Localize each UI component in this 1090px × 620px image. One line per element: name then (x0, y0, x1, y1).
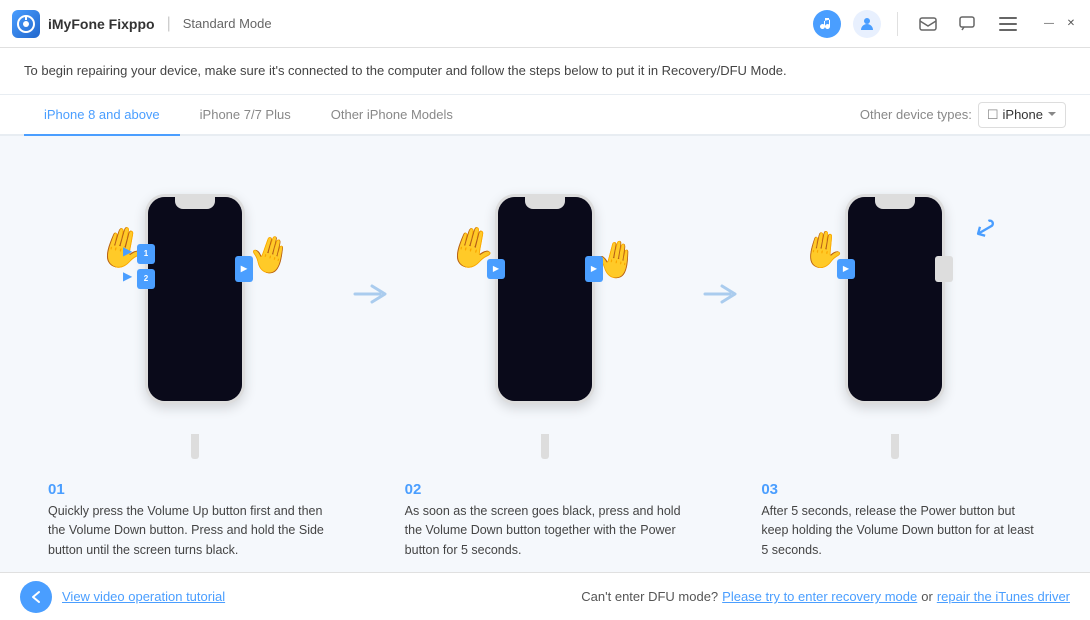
title-bar: iMyFone Fixppo | Standard Mode (0, 0, 1090, 48)
power-btn-indicator: ▶ (585, 256, 603, 282)
phone-screen-3 (848, 197, 942, 401)
steps-text: 01 Quickly press the Volume Up button fi… (40, 471, 1050, 572)
step-text-1: 01 Quickly press the Volume Up button fi… (40, 481, 337, 560)
phone-illustration-3: 🤚 ↩ ▶ (815, 184, 975, 444)
menu-icon-btn[interactable] (994, 10, 1022, 38)
phone-screen-1 (148, 197, 242, 401)
step-desc-2: As soon as the screen goes black, press … (405, 504, 681, 557)
main-content: To begin repairing your device, make sur… (0, 48, 1090, 572)
back-arrow-icon (29, 590, 43, 604)
arrow-right-icon-2 (700, 279, 740, 309)
arrow-2 (700, 279, 740, 349)
device-dropdown[interactable]: ☐ iPhone (978, 102, 1066, 128)
tabs-bar: iPhone 8 and above iPhone 7/7 Plus Other… (0, 95, 1090, 136)
phone-screen-2 (498, 197, 592, 401)
step-text-2: 02 As soon as the screen goes black, pre… (397, 481, 694, 560)
mail-icon-btn[interactable] (914, 10, 942, 38)
phone-notch-1 (175, 197, 215, 209)
description-text: To begin repairing your device, make sur… (24, 63, 787, 78)
arrow-1 (350, 279, 390, 349)
phone-illustration-1: 🤚 🤚 1 2 ▶ ▶ ▶ (115, 184, 275, 444)
vol-down-3-indicator: ▶ (837, 259, 855, 279)
title-bar-icons: — ✕ (813, 10, 1078, 38)
other-device-selector: Other device types: ☐ iPhone (860, 102, 1066, 128)
vol-up-indicator: 1 (137, 244, 155, 264)
vol-down-indicator: 2 (137, 269, 155, 289)
step-number-1: 01 (48, 481, 329, 498)
step-image-3: 🤚 ↩ ▶ (740, 184, 1050, 444)
side-btn-indicator: ▶ (235, 256, 253, 282)
app-mode: Standard Mode (183, 16, 272, 31)
phone-body-3 (845, 194, 945, 404)
vol-arrow-1: ▶ (123, 244, 132, 258)
other-device-label: Other device types: (860, 107, 972, 122)
step-text-3: 03 After 5 seconds, release the Power bu… (753, 481, 1050, 560)
back-button[interactable] (20, 581, 52, 613)
minimize-button[interactable]: — (1042, 17, 1056, 31)
app-logo (12, 10, 40, 38)
phone-body-2 (495, 194, 595, 404)
release-arrow-icon: ↩ (967, 208, 1004, 248)
step-image-2: 🤚 🤚 ▶ ▶ (390, 184, 700, 444)
power-release-indicator (935, 256, 953, 282)
description-bar: To begin repairing your device, make sur… (0, 48, 1090, 95)
phone-notch-3 (875, 197, 915, 209)
title-divider: | (167, 15, 171, 33)
arrow-right-icon-1 (350, 279, 390, 309)
step-number-3: 03 (761, 481, 1042, 498)
step-desc-3: After 5 seconds, release the Power butto… (761, 504, 1033, 557)
recovery-mode-link[interactable]: Please try to enter recovery mode (722, 589, 917, 604)
bottom-bar: View video operation tutorial Can't ente… (0, 572, 1090, 620)
chevron-down-icon (1047, 111, 1057, 118)
cable-2 (541, 434, 549, 459)
app-title: iMyFone Fixppo (48, 16, 155, 32)
tab-iphone7[interactable]: iPhone 7/7 Plus (180, 95, 311, 136)
itunes-driver-link[interactable]: repair the iTunes driver (937, 589, 1070, 604)
music-icon-btn[interactable] (813, 10, 841, 38)
close-button[interactable]: ✕ (1064, 17, 1078, 31)
steps-images: 🤚 🤚 1 2 ▶ ▶ ▶ (40, 156, 1050, 471)
phone-icon: ☐ (987, 107, 999, 123)
cable-3 (891, 434, 899, 459)
phone-illustration-2: 🤚 🤚 ▶ ▶ (465, 184, 625, 444)
user-icon-btn[interactable] (853, 10, 881, 38)
title-bar-left: iMyFone Fixppo | Standard Mode (12, 10, 813, 38)
video-tutorial-link[interactable]: View video operation tutorial (62, 589, 225, 604)
step-desc-1: Quickly press the Volume Up button first… (48, 504, 324, 557)
window-controls: — ✕ (1042, 17, 1078, 31)
device-dropdown-text: iPhone (1003, 107, 1043, 122)
dfu-note-text: Can't enter DFU mode? (581, 589, 718, 604)
phone-notch-2 (525, 197, 565, 209)
or-text: or (921, 589, 933, 604)
chat-icon-btn[interactable] (954, 10, 982, 38)
step-number-2: 02 (405, 481, 686, 498)
tab-iphone8[interactable]: iPhone 8 and above (24, 95, 180, 136)
cable-1 (191, 434, 199, 459)
vol-down-2-indicator: ▶ (487, 259, 505, 279)
vol-arrow-2: ▶ (123, 269, 132, 283)
phone-body-1 (145, 194, 245, 404)
step-image-1: 🤚 🤚 1 2 ▶ ▶ ▶ (40, 184, 350, 444)
steps-area: 🤚 🤚 1 2 ▶ ▶ ▶ (0, 136, 1090, 572)
tab-other-iphone[interactable]: Other iPhone Models (311, 95, 473, 136)
separator (897, 12, 898, 36)
bottom-right: Can't enter DFU mode? Please try to ente… (225, 589, 1070, 604)
